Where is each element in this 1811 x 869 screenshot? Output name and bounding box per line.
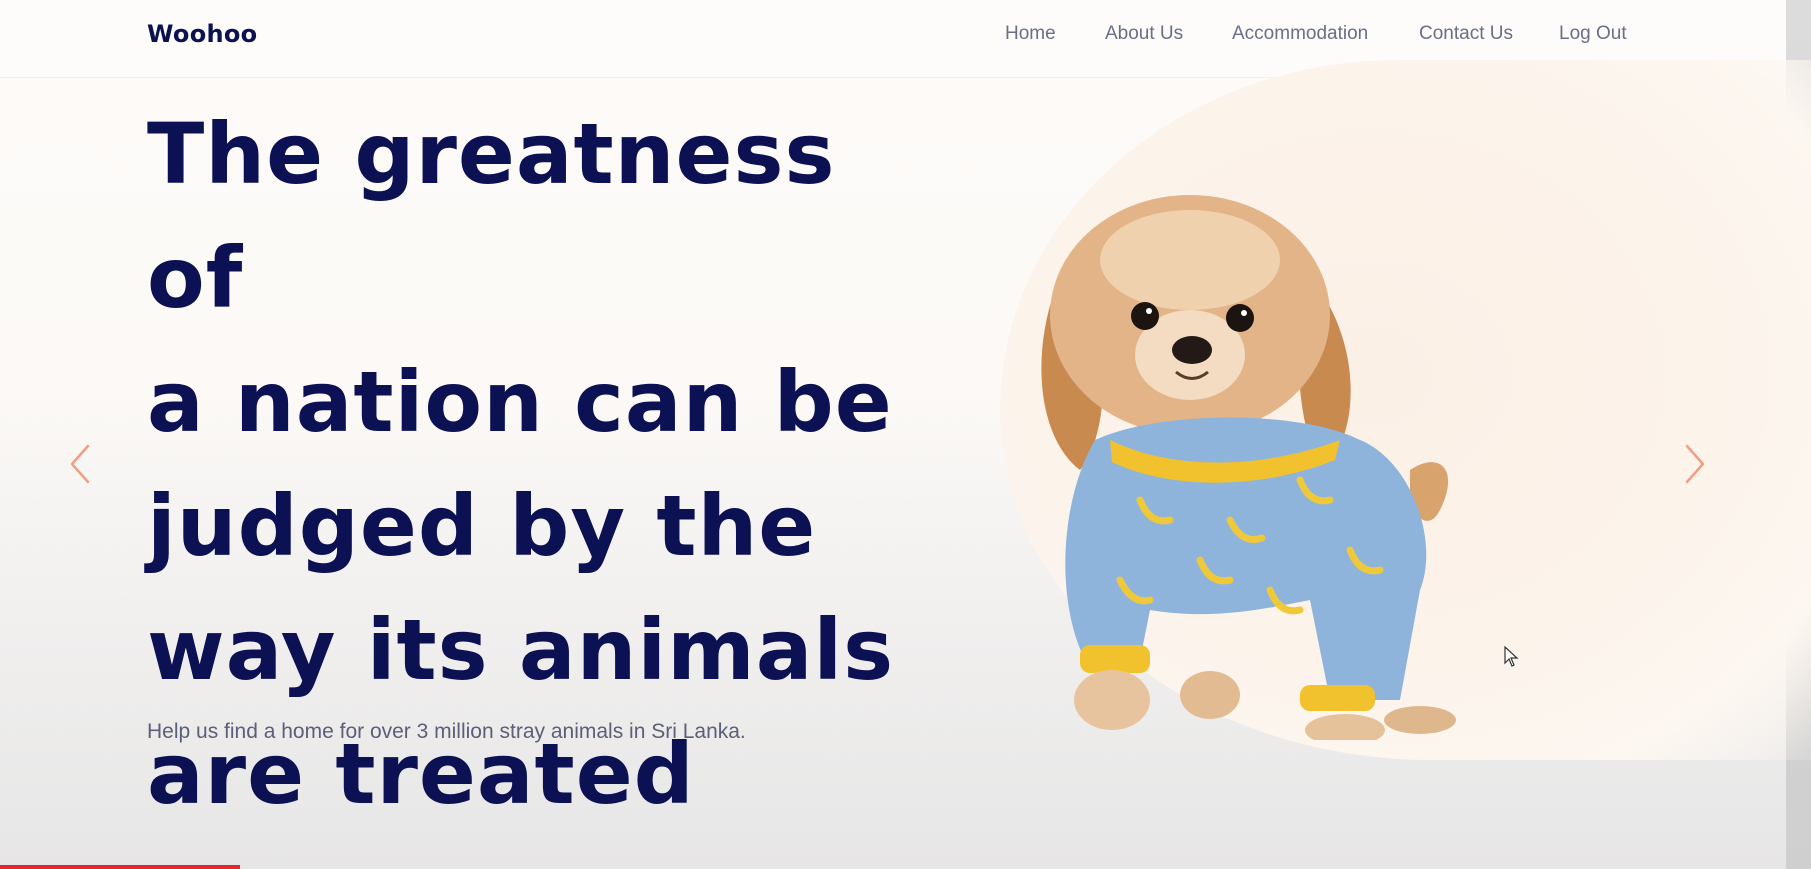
chevron-right-icon <box>1685 444 1705 484</box>
main-nav: Home About Us Accommodation Contact Us L… <box>0 23 1786 53</box>
nav-accommodation-link[interactable]: Accommodation <box>1232 23 1368 45</box>
video-progress-bar <box>0 865 240 869</box>
headline-line: The greatness of <box>147 105 836 327</box>
chevron-left-icon <box>70 444 90 484</box>
hero-dog-image <box>1000 140 1520 746</box>
headline-line: judged by the <box>147 477 817 575</box>
headline-line: way its animals <box>147 601 895 699</box>
nav-about-link[interactable]: About Us <box>1105 23 1183 45</box>
mouse-cursor-icon <box>1504 646 1519 667</box>
hero-subtitle: Help us find a home for over 3 million s… <box>147 720 746 743</box>
headline-line: a nation can be <box>147 353 893 451</box>
carousel-next-button[interactable] <box>1677 440 1713 488</box>
nav-contact-link[interactable]: Contact Us <box>1419 23 1513 45</box>
carousel-prev-button[interactable] <box>62 440 98 488</box>
nav-home-link[interactable]: Home <box>1005 23 1056 45</box>
nav-logout-link[interactable]: Log Out <box>1559 23 1627 45</box>
